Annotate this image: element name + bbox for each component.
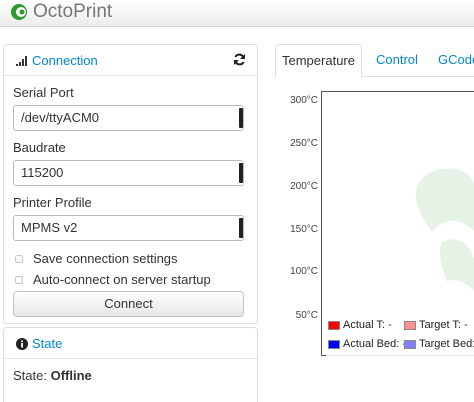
legend-swatch [404, 320, 416, 330]
save-settings-row: Save connection settings [13, 251, 178, 266]
save-settings-checkbox[interactable] [15, 254, 23, 263]
autoconnect-label: Auto-connect on server startup [33, 272, 211, 287]
select-arrow-icon [239, 163, 243, 183]
connection-panel-heading: Connection [4, 45, 257, 76]
y-tick-label: 300°C [290, 95, 318, 106]
brand[interactable]: OctoPrint [10, 1, 112, 23]
brand-name: OctoPrint [33, 1, 113, 22]
baudrate-value: 115200 [21, 165, 64, 180]
info-icon [16, 337, 28, 350]
autoconnect-row: Auto-connect on server startup [13, 272, 211, 287]
state-panel-heading: State [4, 328, 257, 359]
connection-toggle-link[interactable]: Connection [16, 53, 98, 68]
tab-control[interactable]: Control [366, 44, 428, 77]
legend-actual-bed: Actual Bed: - [328, 338, 406, 350]
state-panel: State [3, 327, 258, 402]
legend-target-bed: Target Bed: - [404, 338, 474, 350]
serial-port-label: Serial Port [13, 85, 74, 100]
legend-label: Actual Bed: - [343, 338, 406, 350]
legend-label: Target Bed: - [419, 338, 474, 350]
graph-legend: Actual T: - Target T: - Actual Bed: - Ta… [326, 315, 474, 356]
y-tick-label: 250°C [290, 138, 318, 149]
legend-swatch [328, 320, 340, 330]
connect-button[interactable]: Connect [13, 291, 244, 317]
legend-swatch [404, 339, 416, 349]
octoprint-logo-icon [10, 3, 28, 21]
connection-title: Connection [32, 53, 98, 68]
save-settings-label: Save connection settings [33, 251, 178, 266]
navbar: OctoPrint [0, 0, 474, 27]
y-tick-label: 150°C [290, 224, 318, 235]
baudrate-select[interactable]: 115200 [13, 160, 244, 186]
serial-port-select[interactable]: /dev/ttyACM0 [13, 105, 244, 131]
state-value: Offline [50, 368, 92, 383]
legend-target-tool: Target T: - [404, 319, 468, 331]
printer-profile-select[interactable]: MPMS v2 [13, 215, 244, 241]
y-tick-label: 200°C [290, 181, 318, 192]
legend-swatch [328, 339, 340, 349]
state-label: State: [13, 368, 47, 383]
y-tick-label: 100°C [290, 266, 318, 277]
tab-gcode[interactable]: GCode [428, 44, 474, 77]
printer-profile-value: MPMS v2 [21, 220, 78, 235]
refresh-icon[interactable] [233, 53, 246, 69]
y-tick-label: 50°C [295, 310, 318, 321]
state-title: State [32, 336, 63, 351]
select-arrow-icon [239, 218, 243, 238]
serial-port-value: /dev/ttyACM0 [21, 110, 100, 125]
select-arrow-icon [239, 108, 243, 128]
signal-icon [16, 55, 28, 66]
baudrate-label: Baudrate [13, 140, 66, 155]
legend-actual-tool: Actual T: - [328, 319, 392, 331]
state-toggle-link[interactable]: State [16, 336, 62, 351]
legend-label: Target T: - [419, 319, 468, 331]
legend-label: Actual T: - [343, 319, 392, 331]
state-line: State: Offline [13, 368, 92, 383]
tab-temperature[interactable]: Temperature [275, 44, 362, 77]
printer-profile-label: Printer Profile [13, 195, 92, 210]
autoconnect-checkbox[interactable] [15, 275, 23, 284]
